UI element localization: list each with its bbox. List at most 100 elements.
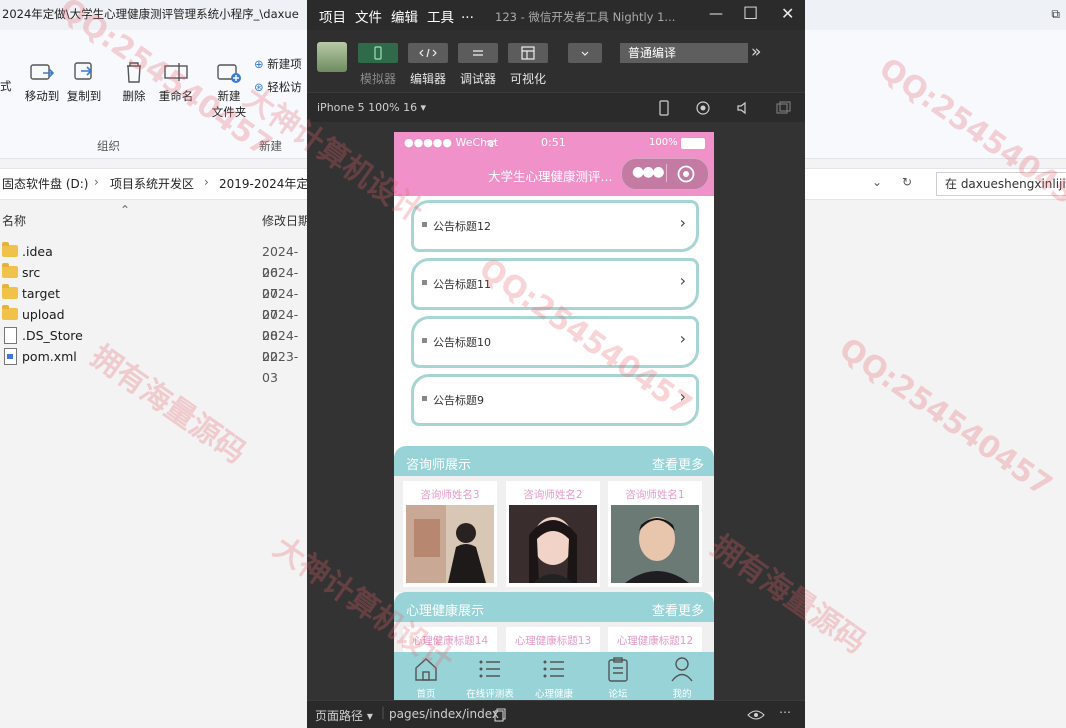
speaker-icon[interactable] <box>735 100 751 116</box>
menu-project[interactable]: 项目 <box>319 6 346 26</box>
file-row[interactable]: target 2024-07 <box>0 283 300 322</box>
breadcrumb-folder[interactable]: 2019-2024年定做 <box>219 175 320 192</box>
new-item-button[interactable]: ⊕ 新建项 <box>254 56 302 72</box>
battery-icon <box>681 138 705 149</box>
tab-mine[interactable]: 我的 <box>650 652 714 700</box>
counselor-card[interactable]: 咨询师姓名2 <box>506 481 600 587</box>
record-icon[interactable] <box>695 100 711 116</box>
simulator-label: 模拟器 <box>360 72 397 86</box>
chevron-down-icon[interactable]: ⌄ <box>872 175 882 189</box>
health-section-title: 心理健康展示 <box>406 604 485 619</box>
counselor-photo <box>509 505 597 583</box>
health-card[interactable]: 心理健康标题14 <box>403 627 497 653</box>
devtools-footer: 页面路径 ▾ | pages/index/index ⋯ <box>307 700 805 728</box>
health-more-link[interactable]: 查看更多 <box>652 600 704 619</box>
tab-assessment[interactable]: 在线评测表 <box>458 652 522 700</box>
editor-button[interactable] <box>408 43 448 63</box>
menu-more[interactable]: ... <box>461 6 474 22</box>
breadcrumb-projects[interactable]: 项目系统开发区 <box>110 175 194 192</box>
new-item-label: 新建项 <box>267 57 302 71</box>
file-row[interactable]: .DS_Store 2024-02 <box>0 325 300 364</box>
column-header-name[interactable]: 名称 <box>2 212 26 229</box>
compile-dropdown-button[interactable] <box>568 43 602 63</box>
chevron-right-icon: › <box>679 271 686 290</box>
file-name: src <box>22 265 41 280</box>
maximize-icon[interactable]: ☐ <box>743 4 758 24</box>
counselor-more-link[interactable]: 查看更多 <box>652 454 704 473</box>
delete-button[interactable]: 删除 <box>114 60 154 104</box>
health-card[interactable]: 心理健康标题12 <box>608 627 702 653</box>
more-tools-icon[interactable]: » <box>751 42 761 62</box>
notice-item[interactable]: 公告标题10 › <box>411 316 699 368</box>
user-icon <box>671 657 693 682</box>
rename-button[interactable]: 重命名 <box>154 60 198 104</box>
file-row[interactable]: pom.xml 2023-03 <box>0 346 300 385</box>
notice-item[interactable]: 公告标题9 › <box>411 374 699 426</box>
health-title: 心理健康标题14 <box>411 635 489 647</box>
counselor-card[interactable]: 咨询师姓名1 <box>608 481 702 587</box>
tab-health[interactable]: 心理健康 <box>522 652 586 700</box>
menu-file[interactable]: 文件 <box>355 6 382 26</box>
phone-status-bar: ●●●●● WeChat ᯤ 0:51 100% <box>394 132 714 154</box>
menu-edit[interactable]: 编辑 <box>391 6 418 26</box>
status-time: 0:51 <box>541 136 566 149</box>
page-path-toggle[interactable]: 页面路径 ▾ <box>315 707 373 724</box>
counselor-card[interactable]: 咨询师姓名3 <box>403 481 497 587</box>
phone-icon[interactable] <box>657 100 671 116</box>
counselor-name: 咨询师姓名1 <box>625 489 685 501</box>
editor-label: 编辑器 <box>410 72 447 86</box>
more-icon[interactable]: ⋯ <box>779 705 791 719</box>
menu-tools[interactable]: 工具 <box>427 6 454 26</box>
move-to-label: 移动到 <box>24 89 60 103</box>
folder-icon <box>2 242 18 257</box>
counselor-name: 咨询师姓名3 <box>420 489 480 501</box>
counselor-name: 咨询师姓名2 <box>523 489 583 501</box>
close-icon[interactable]: ✕ <box>781 4 794 23</box>
close-circle-icon[interactable] <box>676 164 696 184</box>
health-section-header: 心理健康展示 查看更多 <box>394 592 714 622</box>
eye-icon[interactable] <box>747 709 765 721</box>
easy-access-button[interactable]: ⊛ 轻松访 <box>254 79 302 95</box>
move-to-button[interactable]: 移动到 <box>22 60 62 104</box>
breadcrumb-drive[interactable]: 固态软件盘 (D:) <box>2 175 88 192</box>
simulator-area: ●●●●● WeChat ᯤ 0:51 100% 大学生心理健康测评... ●●… <box>307 122 805 700</box>
clipboard-icon <box>608 657 628 682</box>
counselor-section-body: 咨询师姓名3 咨询师姓名2 咨询师姓名1 <box>394 476 714 592</box>
new-folder-button[interactable]: 新建 文件夹 <box>208 60 250 120</box>
column-header-date[interactable]: 修改日期 <box>262 212 310 229</box>
restore-icon[interactable]: ⧉ <box>1051 0 1060 28</box>
copy-to-button[interactable]: 复制到 <box>64 60 104 104</box>
simulator-button[interactable] <box>358 43 398 63</box>
window-icon[interactable] <box>775 100 791 116</box>
file-row[interactable]: .idea 2024-06 <box>0 241 300 280</box>
visualize-button[interactable] <box>508 43 548 63</box>
file-name: pom.xml <box>22 349 77 364</box>
device-select[interactable]: iPhone 5 100% 16 ▾ <box>317 101 426 114</box>
tab-forum[interactable]: 论坛 <box>586 652 650 700</box>
carrier-label: ●●●●● WeChat <box>404 136 499 149</box>
avatar[interactable] <box>317 42 347 72</box>
more-dots-icon[interactable]: ●●● <box>632 164 665 180</box>
layout-icon <box>521 46 535 60</box>
easy-access-icon: ⊛ <box>254 80 264 94</box>
file-row[interactable]: src 2024-07 <box>0 262 300 301</box>
tab-home[interactable]: 首页 <box>394 652 458 700</box>
counselor-section-title: 咨询师展示 <box>406 458 472 473</box>
search-input[interactable]: 在 daxueshengxinlijia <box>936 172 1066 196</box>
debugger-button[interactable] <box>458 43 498 63</box>
notice-item[interactable]: 公告标题11 › <box>411 258 699 310</box>
minimize-icon[interactable]: — <box>709 6 723 22</box>
breadcrumb-separator-icon: › <box>94 175 99 189</box>
easy-access-label: 轻松访 <box>267 80 302 94</box>
notice-title: 公告标题9 <box>433 394 484 407</box>
file-row[interactable]: upload 2024-08 <box>0 304 300 343</box>
copy-icon[interactable] <box>494 708 506 722</box>
compile-mode-select[interactable]: 普通编译 <box>620 43 748 63</box>
refresh-icon[interactable]: ↻ <box>902 175 912 189</box>
health-section-body: 心理健康标题14 心理健康标题13 心理健康标题12 <box>394 622 714 653</box>
chevron-right-icon: › <box>679 387 686 406</box>
notice-item[interactable]: 公告标题12 › <box>411 200 699 252</box>
new-folder-icon <box>217 64 241 83</box>
notice-title: 公告标题10 <box>433 336 491 349</box>
health-card[interactable]: 心理健康标题13 <box>506 627 600 653</box>
